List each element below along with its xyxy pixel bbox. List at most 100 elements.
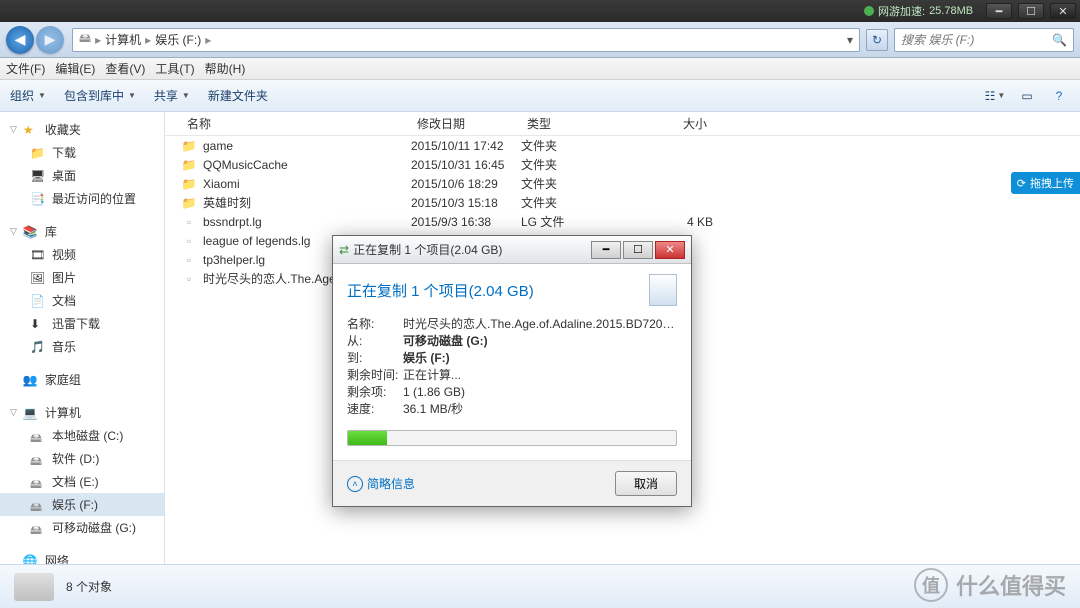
breadcrumb-drive[interactable]: 娱乐 (F:)	[155, 31, 201, 48]
sidebar-favorites-header[interactable]: ▽★收藏夹	[0, 118, 164, 141]
sidebar-item-pictures[interactable]: 🖼图片	[0, 266, 164, 289]
drive-icon: 🖴	[30, 498, 46, 512]
col-date[interactable]: 修改日期	[411, 115, 521, 132]
row-from-value: 可移动磁盘 (G:)	[403, 333, 677, 350]
address-dropdown-icon[interactable]: ▾	[847, 33, 853, 47]
back-button[interactable]: ◀	[6, 26, 34, 54]
chevron-up-icon: ˄	[347, 476, 363, 492]
maximize-button[interactable]: ☐	[1018, 3, 1044, 19]
music-icon: 🎵	[30, 340, 46, 354]
sidebar-item-drive-f[interactable]: 🖴娱乐 (F:)	[0, 493, 164, 516]
row-name-label: 名称:	[347, 316, 403, 333]
organize-button[interactable]: 组织▼	[10, 87, 46, 104]
search-input[interactable]	[901, 33, 1052, 47]
sidebar-item-xunlei[interactable]: ⬇迅雷下载	[0, 312, 164, 335]
menu-file[interactable]: 文件(F)	[6, 60, 45, 77]
file-type: 文件夹	[521, 137, 623, 154]
col-name[interactable]: 名称	[181, 115, 411, 132]
minimize-button[interactable]: ━	[986, 3, 1012, 19]
file-icon: ▫	[181, 214, 197, 230]
status-count: 8 个对象	[66, 578, 112, 595]
file-name: 时光尽头的恋人.The.Age....	[203, 270, 349, 287]
sidebar-item-drive-e[interactable]: 🖴文档 (E:)	[0, 470, 164, 493]
drive-thumbnail	[14, 573, 54, 601]
row-time-label: 剩余时间:	[347, 367, 403, 384]
file-icon: ▫	[181, 233, 197, 249]
file-row[interactable]: 📁QQMusicCache2015/10/31 16:45文件夹	[165, 155, 1080, 174]
menu-help[interactable]: 帮助(H)	[205, 60, 246, 77]
copy-dialog: ⇄ 正在复制 1 个项目(2.04 GB) ━ ☐ ✕ 正在复制 1 个项目(2…	[332, 235, 692, 507]
sidebar-network-header[interactable]: ▽🌐网络	[0, 549, 164, 564]
col-type[interactable]: 类型	[521, 115, 623, 132]
library-icon: 📚	[23, 225, 39, 239]
file-icon: ▫	[181, 271, 197, 287]
sidebar-item-drive-c[interactable]: 🖴本地磁盘 (C:)	[0, 424, 164, 447]
col-size[interactable]: 大小	[623, 115, 713, 132]
drive-icon: 🖴	[30, 452, 46, 466]
dialog-titlebar[interactable]: ⇄ 正在复制 1 个项目(2.04 GB) ━ ☐ ✕	[333, 236, 691, 264]
sidebar-item-recent[interactable]: 📑最近访问的位置	[0, 187, 164, 210]
desktop-icon: 🖥	[30, 169, 46, 183]
file-name: bssndrpt.lg	[203, 215, 262, 229]
row-to-value: 娱乐 (F:)	[403, 350, 677, 367]
row-to-label: 到:	[347, 350, 403, 367]
dialog-maximize-button[interactable]: ☐	[623, 241, 653, 259]
sidebar-item-documents[interactable]: 📄文档	[0, 289, 164, 312]
picture-icon: 🖼	[30, 271, 46, 285]
menu-tools[interactable]: 工具(T)	[155, 60, 194, 77]
upload-icon: ⟳	[1017, 177, 1026, 190]
dialog-close-button[interactable]: ✕	[655, 241, 685, 259]
net-value: 25.78MB	[929, 5, 973, 17]
sidebar-computer-header[interactable]: ▽💻计算机	[0, 401, 164, 424]
preview-pane-button[interactable]: ▭	[1016, 87, 1038, 105]
sidebar-libraries-header[interactable]: ▽📚库	[0, 220, 164, 243]
file-name: QQMusicCache	[203, 158, 288, 172]
sidebar-item-downloads[interactable]: 📁下载	[0, 141, 164, 164]
menu-view[interactable]: 查看(V)	[105, 60, 145, 77]
sidebar-item-drive-g[interactable]: 🖴可移动磁盘 (G:)	[0, 516, 164, 539]
watermark-icon: 值	[914, 568, 948, 602]
drive-icon: 🖴	[79, 29, 91, 50]
include-library-button[interactable]: 包含到库中▼	[64, 87, 136, 104]
search-box[interactable]: 🔍	[894, 28, 1074, 52]
refresh-button[interactable]: ↻	[866, 29, 888, 51]
copy-icon: ⇄	[339, 243, 349, 257]
row-speed-value: 36.1 MB/秒	[403, 401, 677, 418]
sidebar-item-music[interactable]: 🎵音乐	[0, 335, 164, 358]
cancel-button[interactable]: 取消	[615, 471, 677, 496]
help-button[interactable]: ?	[1048, 87, 1070, 105]
sidebar-item-videos[interactable]: 🎞视频	[0, 243, 164, 266]
search-icon[interactable]: 🔍	[1052, 33, 1067, 47]
breadcrumb-sep: ▸	[95, 33, 101, 47]
new-folder-button[interactable]: 新建文件夹	[208, 87, 268, 104]
file-row[interactable]: 📁Xiaomi2015/10/6 18:29文件夹	[165, 174, 1080, 193]
file-date: 2015/10/3 15:18	[411, 196, 521, 210]
drive-icon: 🖴	[30, 521, 46, 535]
breadcrumb-sep: ▸	[205, 33, 211, 47]
sidebar-item-drive-d[interactable]: 🖴软件 (D:)	[0, 447, 164, 470]
row-from-label: 从:	[347, 333, 403, 350]
file-date: 2015/10/31 16:45	[411, 158, 521, 172]
upload-widget[interactable]: ⟳ 拖拽上传	[1011, 172, 1080, 194]
row-speed-label: 速度:	[347, 401, 403, 418]
breadcrumb-computer[interactable]: 计算机	[105, 31, 141, 48]
file-row[interactable]: ▫bssndrpt.lg2015/9/3 16:38LG 文件4 KB	[165, 212, 1080, 231]
file-row[interactable]: 📁英雄时刻2015/10/3 15:18文件夹	[165, 193, 1080, 212]
dialog-minimize-button[interactable]: ━	[591, 241, 621, 259]
menu-edit[interactable]: 编辑(E)	[55, 60, 95, 77]
sidebar-homegroup-header[interactable]: ▽👥家庭组	[0, 368, 164, 391]
file-type: 文件夹	[521, 194, 623, 211]
share-button[interactable]: 共享▼	[154, 87, 190, 104]
file-row[interactable]: 📁game2015/10/11 17:42文件夹	[165, 136, 1080, 155]
network-icon: 🌐	[23, 554, 39, 565]
more-info-toggle[interactable]: ˄简略信息	[347, 475, 415, 492]
address-bar[interactable]: 🖴 ▸ 计算机 ▸ 娱乐 (F:) ▸ ▾	[72, 28, 860, 52]
sidebar-item-desktop[interactable]: 🖥桌面	[0, 164, 164, 187]
menu-bar: 文件(F) 编辑(E) 查看(V) 工具(T) 帮助(H)	[0, 58, 1080, 80]
view-options-button[interactable]: ☷▼	[984, 87, 1006, 105]
row-name-value: 时光尽头的恋人.The.Age.of.Adaline.2015.BD720P.X…	[403, 316, 677, 333]
forward-button[interactable]: ▶	[36, 26, 64, 54]
close-button[interactable]: ✕	[1050, 3, 1076, 19]
file-type: 文件夹	[521, 156, 623, 173]
row-items-label: 剩余项:	[347, 384, 403, 401]
